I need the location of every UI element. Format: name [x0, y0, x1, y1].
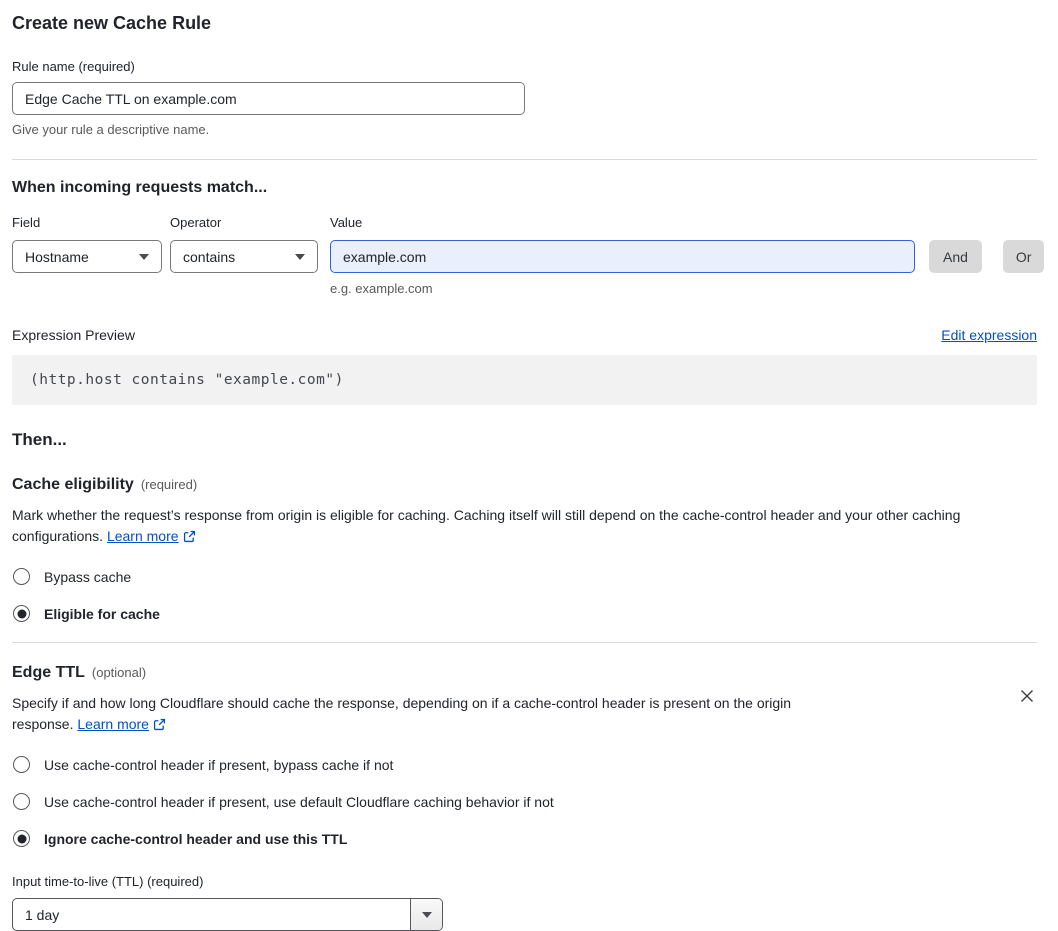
- chevron-down-icon: [421, 911, 432, 918]
- match-condition-row: Field Hostname Operator contains Value A…: [12, 215, 1045, 273]
- cache-eligibility-options: Bypass cache Eligible for cache: [12, 568, 1037, 622]
- section-divider: [12, 159, 1037, 160]
- radio-eligible-for-cache[interactable]: Eligible for cache: [12, 605, 1037, 622]
- expression-preview-block: (http.host contains "example.com"): [12, 355, 1037, 405]
- ttl-select[interactable]: 1 day: [12, 898, 443, 931]
- field-select[interactable]: Hostname: [12, 240, 162, 273]
- chevron-down-icon: [295, 253, 305, 260]
- edit-expression-link[interactable]: Edit expression: [941, 327, 1037, 343]
- external-link-icon: [183, 530, 195, 543]
- radio-label: Bypass cache: [44, 568, 132, 585]
- edge-ttl-options: Use cache-control header if present, byp…: [12, 756, 1037, 847]
- radio-label: Eligible for cache: [44, 605, 160, 622]
- operator-label: Operator: [170, 215, 222, 230]
- radio-icon[interactable]: [13, 756, 30, 773]
- learn-more-label: Learn more: [77, 716, 149, 732]
- field-column: Field Hostname: [12, 215, 162, 273]
- match-heading: When incoming requests match...: [12, 179, 268, 196]
- close-icon[interactable]: [1017, 686, 1037, 706]
- radio-icon-checked[interactable]: [13, 605, 30, 622]
- radio-icon[interactable]: [13, 793, 30, 810]
- value-label: Value: [330, 215, 363, 230]
- create-cache-rule-form: Create new Cache Rule Rule name (require…: [0, 0, 1058, 931]
- ttl-select-value: 1 day: [25, 906, 60, 923]
- edge-ttl-title: Edge TTL: [12, 664, 85, 681]
- edge-ttl-description: Specify if and how long Cloudflare shoul…: [12, 693, 850, 735]
- external-link-icon: [153, 718, 166, 731]
- learn-more-link[interactable]: Learn more: [107, 528, 196, 544]
- cache-eligibility-title: Cache eligibility: [12, 476, 134, 493]
- operator-select[interactable]: contains: [170, 240, 318, 273]
- learn-more-link[interactable]: Learn more: [77, 716, 166, 732]
- radio-use-header-bypass[interactable]: Use cache-control header if present, byp…: [12, 756, 1037, 773]
- radio-ignore-header-use-ttl[interactable]: Ignore cache-control header and use this…: [12, 830, 1037, 847]
- ttl-input-label: Input time-to-live (TTL) (required): [12, 874, 204, 889]
- rule-name-input[interactable]: [12, 82, 525, 115]
- edge-ttl-section: Edge TTL (optional) Specify if and how l…: [12, 664, 1037, 931]
- radio-icon-checked[interactable]: [13, 830, 30, 847]
- required-badge: (required): [140, 477, 198, 492]
- operator-column: Operator contains: [170, 215, 318, 273]
- radio-bypass-cache[interactable]: Bypass cache: [12, 568, 1037, 585]
- field-label: Field: [12, 215, 41, 230]
- edge-ttl-header: Edge TTL (optional): [12, 664, 1037, 682]
- learn-more-label: Learn more: [106, 528, 179, 544]
- radio-label: Use cache-control header if present, byp…: [44, 756, 394, 773]
- and-button[interactable]: And: [929, 240, 982, 273]
- page-title: Create new Cache Rule: [12, 13, 212, 33]
- optional-badge: (optional): [91, 665, 147, 680]
- radio-label: Use cache-control header if present, use…: [44, 793, 554, 810]
- radio-label: Ignore cache-control header and use this…: [44, 830, 348, 847]
- section-divider: [12, 642, 1037, 643]
- radio-icon[interactable]: [13, 568, 30, 585]
- cache-eligibility-header: Cache eligibility (required): [12, 476, 1037, 494]
- expression-preview-label: Expression Preview: [12, 327, 135, 343]
- expression-preview-header: Expression Preview Edit expression: [12, 327, 1037, 343]
- ttl-select-caret-button[interactable]: [410, 899, 442, 930]
- value-column: Value: [330, 215, 915, 273]
- expression-code: (http.host contains "example.com"): [30, 372, 344, 388]
- or-button[interactable]: Or: [1002, 240, 1045, 273]
- operator-select-value: contains: [183, 248, 236, 265]
- then-heading: Then...: [12, 430, 67, 449]
- value-input[interactable]: [330, 240, 915, 273]
- rule-name-label: Rule name (required): [12, 59, 135, 74]
- chevron-down-icon: [139, 253, 149, 260]
- rule-name-help: Give your rule a descriptive name.: [12, 122, 210, 137]
- cache-eligibility-description: Mark whether the request’s response from…: [12, 505, 1037, 547]
- field-select-value: Hostname: [25, 248, 89, 265]
- value-help: e.g. example.com: [330, 281, 433, 296]
- radio-use-header-default[interactable]: Use cache-control header if present, use…: [12, 793, 1037, 810]
